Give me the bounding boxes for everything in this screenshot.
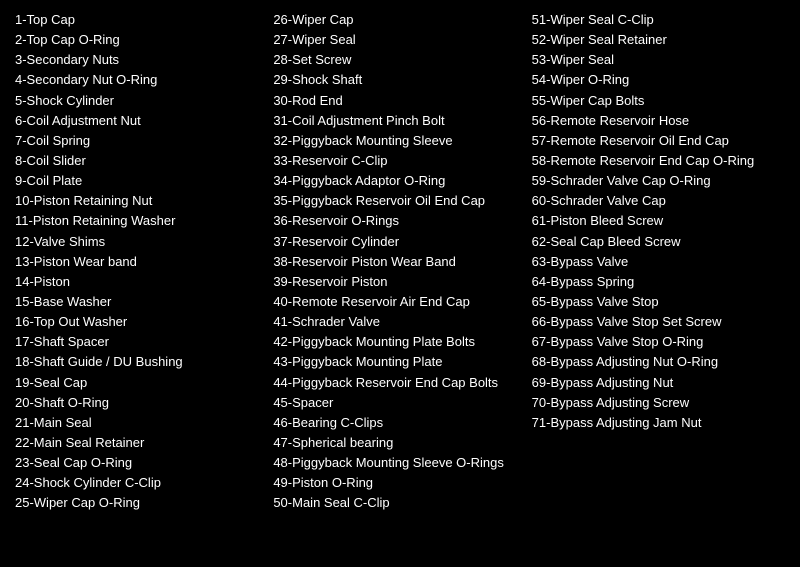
column-3: 51-Wiper Seal C-Clip52-Wiper Seal Retain… — [527, 10, 785, 433]
list-item: 2-Top Cap O-Ring — [15, 30, 263, 50]
list-item: 64-Bypass Spring — [532, 272, 780, 292]
list-item: 16-Top Out Washer — [15, 312, 263, 332]
list-item: 7-Coil Spring — [15, 131, 263, 151]
list-item: 58-Remote Reservoir End Cap O-Ring — [532, 151, 780, 171]
list-item: 15-Base Washer — [15, 292, 263, 312]
list-item: 36-Reservoir O-Rings — [273, 211, 521, 231]
list-item: 57-Remote Reservoir Oil End Cap — [532, 131, 780, 151]
list-item: 14-Piston — [15, 272, 263, 292]
list-item: 48-Piggyback Mounting Sleeve O-Rings — [273, 453, 521, 473]
list-item: 18-Shaft Guide / DU Bushing — [15, 352, 263, 372]
list-item: 34-Piggyback Adaptor O-Ring — [273, 171, 521, 191]
list-item: 29-Shock Shaft — [273, 70, 521, 90]
list-item: 10-Piston Retaining Nut — [15, 191, 263, 211]
list-item: 46-Bearing C-Clips — [273, 413, 521, 433]
list-item: 67-Bypass Valve Stop O-Ring — [532, 332, 780, 352]
list-item: 55-Wiper Cap Bolts — [532, 91, 780, 111]
list-item: 60-Schrader Valve Cap — [532, 191, 780, 211]
list-item: 12-Valve Shims — [15, 232, 263, 252]
list-item: 24-Shock Cylinder C-Clip — [15, 473, 263, 493]
list-item: 23-Seal Cap O-Ring — [15, 453, 263, 473]
list-item: 39-Reservoir Piston — [273, 272, 521, 292]
list-item: 62-Seal Cap Bleed Screw — [532, 232, 780, 252]
list-item: 20-Shaft O-Ring — [15, 393, 263, 413]
list-item: 52-Wiper Seal Retainer — [532, 30, 780, 50]
list-item: 31-Coil Adjustment Pinch Bolt — [273, 111, 521, 131]
column-2: 26-Wiper Cap27-Wiper Seal28-Set Screw29-… — [268, 10, 526, 514]
list-item: 9-Coil Plate — [15, 171, 263, 191]
list-item: 40-Remote Reservoir Air End Cap — [273, 292, 521, 312]
list-item: 47-Spherical bearing — [273, 433, 521, 453]
list-item: 5-Shock Cylinder — [15, 91, 263, 111]
list-item: 70-Bypass Adjusting Screw — [532, 393, 780, 413]
list-item: 38-Reservoir Piston Wear Band — [273, 252, 521, 272]
list-item: 21-Main Seal — [15, 413, 263, 433]
list-item: 44-Piggyback Reservoir End Cap Bolts — [273, 373, 521, 393]
list-item: 42-Piggyback Mounting Plate Bolts — [273, 332, 521, 352]
list-item: 8-Coil Slider — [15, 151, 263, 171]
list-item: 30-Rod End — [273, 91, 521, 111]
list-item: 45-Spacer — [273, 393, 521, 413]
list-item: 6-Coil Adjustment Nut — [15, 111, 263, 131]
list-item: 1-Top Cap — [15, 10, 263, 30]
list-item: 27-Wiper Seal — [273, 30, 521, 50]
list-item: 56-Remote Reservoir Hose — [532, 111, 780, 131]
list-item: 71-Bypass Adjusting Jam Nut — [532, 413, 780, 433]
list-item: 37-Reservoir Cylinder — [273, 232, 521, 252]
list-item: 41-Schrader Valve — [273, 312, 521, 332]
list-item: 61-Piston Bleed Screw — [532, 211, 780, 231]
list-item: 65-Bypass Valve Stop — [532, 292, 780, 312]
list-item: 26-Wiper Cap — [273, 10, 521, 30]
column-1: 1-Top Cap2-Top Cap O-Ring3-Secondary Nut… — [15, 10, 268, 514]
list-item: 54-Wiper O-Ring — [532, 70, 780, 90]
list-item: 28-Set Screw — [273, 50, 521, 70]
list-item: 35-Piggyback Reservoir Oil End Cap — [273, 191, 521, 211]
list-item: 4-Secondary Nut O-Ring — [15, 70, 263, 90]
list-item: 32-Piggyback Mounting Sleeve — [273, 131, 521, 151]
list-item: 22-Main Seal Retainer — [15, 433, 263, 453]
list-item: 66-Bypass Valve Stop Set Screw — [532, 312, 780, 332]
list-item: 68-Bypass Adjusting Nut O-Ring — [532, 352, 780, 372]
list-item: 59-Schrader Valve Cap O-Ring — [532, 171, 780, 191]
list-item: 43-Piggyback Mounting Plate — [273, 352, 521, 372]
list-item: 51-Wiper Seal C-Clip — [532, 10, 780, 30]
list-item: 13-Piston Wear band — [15, 252, 263, 272]
list-item: 49-Piston O-Ring — [273, 473, 521, 493]
list-item: 63-Bypass Valve — [532, 252, 780, 272]
list-item: 11-Piston Retaining Washer — [15, 211, 263, 231]
list-item: 69-Bypass Adjusting Nut — [532, 373, 780, 393]
list-item: 17-Shaft Spacer — [15, 332, 263, 352]
list-item: 3-Secondary Nuts — [15, 50, 263, 70]
list-item: 19-Seal Cap — [15, 373, 263, 393]
list-item: 53-Wiper Seal — [532, 50, 780, 70]
parts-list-container: 1-Top Cap2-Top Cap O-Ring3-Secondary Nut… — [15, 10, 785, 514]
list-item: 50-Main Seal C-Clip — [273, 493, 521, 513]
list-item: 33-Reservoir C-Clip — [273, 151, 521, 171]
list-item: 25-Wiper Cap O-Ring — [15, 493, 263, 513]
